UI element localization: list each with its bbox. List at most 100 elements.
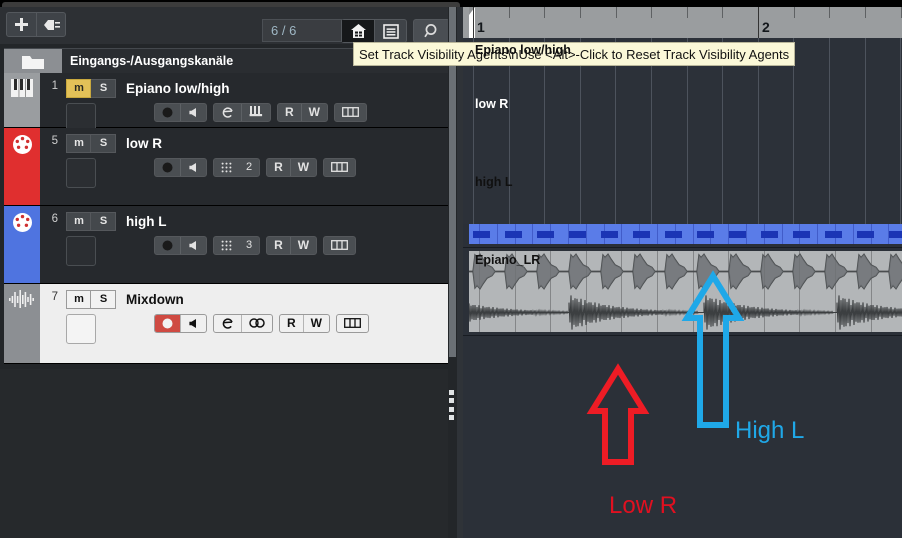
mute-solo-group: mS: [66, 133, 116, 153]
edit-instrument-group: [213, 102, 271, 122]
instrument-icon[interactable]: [241, 103, 270, 121]
track-input-slot[interactable]: [66, 158, 96, 188]
solo-button[interactable]: S: [91, 289, 116, 309]
add-track-button[interactable]: [7, 13, 36, 36]
track-name[interactable]: Epiano low/high: [126, 81, 230, 96]
track-row[interactable]: 1 m S Epiano low/high R W: [4, 73, 453, 133]
mute-button[interactable]: m: [66, 78, 91, 98]
monitor-button[interactable]: [180, 103, 206, 121]
part-name: high L: [475, 175, 513, 189]
search-icon[interactable]: [414, 20, 449, 42]
ruler-beat-tick: [651, 7, 652, 18]
stereo-icon[interactable]: [241, 314, 272, 332]
record-enable-button[interactable]: [155, 159, 180, 176]
record-monitor-group: [154, 102, 207, 122]
track-color-strip[interactable]: [4, 73, 40, 127]
mute-button[interactable]: m: [66, 211, 91, 231]
edit-channel-button[interactable]: [214, 315, 241, 332]
mute-solo-group: mS: [66, 289, 116, 309]
track-list-scrollbar[interactable]: [448, 7, 457, 538]
track-controls: m S Epiano low/high R W: [62, 73, 453, 133]
lanes-icon[interactable]: [324, 159, 355, 176]
track-row[interactable]: 5 m Slow R2RW: [4, 128, 453, 206]
arrangement-lane[interactable]: Epiano_LR: [463, 248, 902, 336]
piano-keys-icon: [11, 79, 33, 100]
track-controls: m Shigh L 3RW: [62, 206, 453, 283]
midi-note: [665, 230, 682, 238]
part-name: Epiano_LR: [475, 253, 541, 267]
part-name: low R: [475, 97, 509, 111]
lanes-icon[interactable]: [324, 237, 355, 254]
track-color-strip[interactable]: [4, 284, 40, 363]
ruler-bar-tick: [758, 7, 759, 38]
ruler-beat-tick: [616, 7, 617, 18]
solo-button[interactable]: S: [91, 78, 116, 98]
monitor-button[interactable]: [180, 236, 206, 254]
midi-channel-icon[interactable]: [214, 159, 239, 176]
track-preset-icon[interactable]: [36, 13, 65, 36]
track-controls: m S Mixdown R W: [62, 284, 453, 363]
record-monitor-group: [154, 235, 207, 255]
record-enable-button[interactable]: [155, 104, 180, 121]
splitter-handle[interactable]: [449, 390, 455, 420]
midi-channel-value[interactable]: 2: [239, 159, 259, 176]
mute-button[interactable]: m: [66, 133, 91, 153]
track-row[interactable]: 6 m Shigh L 3RW: [4, 206, 453, 284]
track-name[interactable]: low R: [126, 136, 162, 151]
ruler-beat-tick: [829, 7, 830, 18]
track-color-strip[interactable]: [4, 128, 40, 205]
waveform-icon: [9, 290, 35, 311]
mute-button[interactable]: m: [66, 289, 91, 309]
timeline-ruler[interactable]: 12: [463, 7, 902, 38]
track-number: 5: [51, 135, 58, 147]
track-number: 6: [51, 213, 58, 225]
track-color-strip[interactable]: [4, 206, 40, 283]
midi-din-icon: [12, 212, 33, 236]
midi-din-icon: [12, 134, 33, 158]
midi-note: [825, 230, 842, 238]
audio-part[interactable]: Epiano_LR: [469, 251, 902, 332]
part-name: Epiano low/high: [475, 43, 571, 57]
solo-button[interactable]: S: [91, 133, 116, 153]
midi-note: [697, 230, 714, 238]
read-automation-button[interactable]: R: [267, 237, 290, 254]
tooltip: Set Track Visibility Agents\nUse <Alt>-C…: [353, 42, 796, 66]
visible-track-counter: 6 / 6: [262, 19, 342, 42]
track-visibility-agents-button[interactable]: [342, 20, 374, 42]
record-enable-button[interactable]: [155, 237, 180, 254]
read-automation-button[interactable]: R: [280, 315, 303, 332]
write-automation-button[interactable]: W: [300, 103, 327, 121]
track-list-view-button[interactable]: [374, 20, 406, 42]
solo-button[interactable]: S: [91, 211, 116, 231]
playback-cursor[interactable]: [469, 7, 475, 38]
edit-channel-button[interactable]: [214, 104, 241, 121]
write-automation-button[interactable]: W: [289, 158, 316, 176]
monitor-button[interactable]: [180, 314, 206, 332]
track-input-slot[interactable]: [66, 314, 96, 344]
ruler-bar-number: 1: [477, 19, 485, 35]
read-automation-button[interactable]: R: [278, 104, 301, 121]
cubase-project-window: 6 / 6 Eingangs-/Ausgangskanäle 1 m S Epi…: [0, 0, 902, 538]
midi-channel-icon[interactable]: [214, 237, 239, 254]
track-input-slot[interactable]: [66, 236, 96, 266]
track-row[interactable]: 7 m S Mixdown R W: [4, 284, 453, 364]
track-name[interactable]: high L: [126, 214, 167, 229]
low-r-annotation-label: Low R: [609, 492, 678, 519]
monitor-button[interactable]: [180, 158, 206, 176]
ruler-bar-tick: [473, 7, 474, 38]
io-channels-folder-label: Eingangs-/Ausgangskanäle: [70, 54, 234, 68]
write-automation-button[interactable]: W: [302, 314, 329, 332]
track-name[interactable]: Mixdown: [126, 292, 184, 307]
midi-note: [633, 230, 650, 238]
midi-channel-value[interactable]: 3: [239, 237, 259, 254]
write-automation-button[interactable]: W: [289, 236, 316, 254]
read-automation-button[interactable]: R: [267, 159, 290, 176]
window-top-edge: [0, 0, 902, 7]
track-list: 1 m S Epiano low/high R W 5 m Slow R 2 R W 6 m Shigh L…: [4, 73, 453, 364]
lanes-icon[interactable]: [337, 315, 368, 332]
high-l-annotation-label: High L: [735, 417, 805, 444]
lanes-icon[interactable]: [335, 104, 366, 121]
arrangement-area[interactable]: 12 Epiano low/high low Rhigh L Epiano_LR L…: [463, 7, 902, 538]
record-enable-button[interactable]: [155, 314, 180, 332]
ruler-bar-number: 2: [762, 19, 770, 35]
